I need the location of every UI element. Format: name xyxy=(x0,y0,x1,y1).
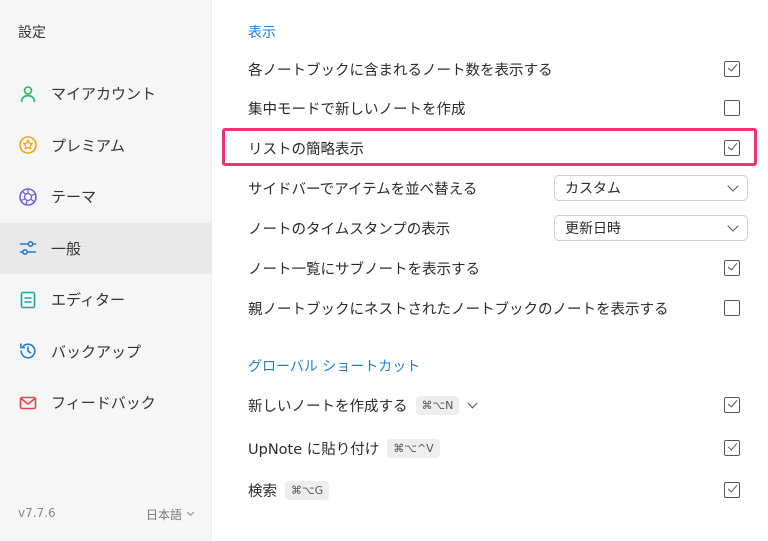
setting-checkbox[interactable] xyxy=(724,140,740,156)
premium-star-icon xyxy=(18,135,38,155)
setting-row-compact-list: リストの簡略表示 xyxy=(248,136,740,160)
shortcut-key[interactable]: ⌘⌥N xyxy=(415,395,460,415)
sidebar-item-feedback[interactable]: フィードバック xyxy=(0,377,211,429)
sidebar-item-backup[interactable]: バックアップ xyxy=(0,326,211,378)
mail-icon xyxy=(18,393,38,413)
sliders-icon xyxy=(18,238,38,258)
language-label: 日本語 xyxy=(146,508,183,522)
shortcut-checkbox[interactable] xyxy=(724,482,740,498)
setting-label: 親ノートブックにネストされたノートブックのノートを表示する xyxy=(248,301,669,318)
setting-checkbox[interactable] xyxy=(724,300,740,316)
shortcut-key[interactable]: ⌘⌥G xyxy=(285,480,330,500)
setting-row-sidebar-sort: サイドバーでアイテムを並べ替える カスタム xyxy=(248,175,748,201)
chevron-down-icon xyxy=(727,180,739,192)
setting-checkbox[interactable] xyxy=(724,260,740,276)
language-selector[interactable]: 日本語 xyxy=(146,506,195,523)
setting-label: ノートのタイムスタンプの表示 xyxy=(248,221,451,238)
sidebar: 設定 マイアカウント プレミアム テーマ 一般 エディター バックアップ フィー… xyxy=(0,0,212,541)
sidebar-item-label: プレミアム xyxy=(51,136,125,155)
shortcut-checkbox[interactable] xyxy=(724,440,740,456)
setting-row-focus-mode: 集中モードで新しいノートを作成 xyxy=(248,96,740,120)
shortcut-row-search: 検索 ⌘⌥G xyxy=(248,478,740,502)
sidebar-item-premium[interactable]: プレミアム xyxy=(0,120,211,172)
shortcut-label: 新しいノートを作成する xyxy=(248,398,408,415)
setting-row-nested-notebooks: 親ノートブックにネストされたノートブックのノートを表示する xyxy=(248,296,740,320)
sidebar-item-label: 一般 xyxy=(51,239,82,258)
sidebar-item-label: フィードバック xyxy=(51,394,156,413)
setting-label: 集中モードで新しいノートを作成 xyxy=(248,101,466,118)
shortcut-row-paste: UpNote に貼り付け ⌘⌥^V xyxy=(248,436,740,460)
sidebar-item-label: テーマ xyxy=(51,188,97,207)
shortcut-checkbox[interactable] xyxy=(724,397,740,413)
sort-order-select[interactable]: カスタム xyxy=(554,175,748,201)
setting-label: 各ノートブックに含まれるノート数を表示する xyxy=(248,62,553,79)
sidebar-item-label: エディター xyxy=(51,291,125,310)
theme-aperture-icon xyxy=(18,187,38,207)
sidebar-item-label: バックアップ xyxy=(51,342,142,361)
sidebar-title: 設定 xyxy=(18,25,46,41)
setting-label: ノート一覧にサブノートを表示する xyxy=(248,261,480,278)
shortcut-row-new-note: 新しいノートを作成する ⌘⌥N xyxy=(248,393,740,417)
setting-checkbox[interactable] xyxy=(724,61,740,77)
sidebar-nav: マイアカウント プレミアム テーマ 一般 エディター バックアップ フィードバッ… xyxy=(0,68,211,429)
timestamp-select[interactable]: 更新日時 xyxy=(554,215,748,241)
setting-checkbox[interactable] xyxy=(724,100,740,116)
section-title-display: 表示 xyxy=(248,25,276,41)
sidebar-item-theme[interactable]: テーマ xyxy=(0,171,211,223)
setting-row-timestamp: ノートのタイムスタンプの表示 更新日時 xyxy=(248,215,748,241)
shortcut-label: UpNote に貼り付け xyxy=(248,441,380,458)
shortcut-label: 検索 xyxy=(248,483,277,500)
select-value: 更新日時 xyxy=(565,221,621,237)
user-icon xyxy=(18,84,38,104)
sidebar-item-my-account[interactable]: マイアカウント xyxy=(0,68,211,120)
version-label: v7.7.6 xyxy=(18,506,56,520)
setting-label: リストの簡略表示 xyxy=(248,141,364,158)
setting-label: サイドバーでアイテムを並べ替える xyxy=(248,181,478,198)
chevron-down-icon xyxy=(186,508,195,517)
setting-row-show-note-count: 各ノートブックに含まれるノート数を表示する xyxy=(248,57,740,81)
sidebar-item-editor[interactable]: エディター xyxy=(0,274,211,326)
section-title-shortcuts: グローバル ショートカット xyxy=(248,359,421,375)
chevron-down-icon[interactable] xyxy=(467,398,478,408)
select-value: カスタム xyxy=(565,181,621,197)
settings-panel: 表示 各ノートブックに含まれるノート数を表示する 集中モードで新しいノートを作成… xyxy=(212,0,768,541)
shortcut-key[interactable]: ⌘⌥^V xyxy=(387,438,440,458)
document-icon xyxy=(18,290,38,310)
sidebar-item-label: マイアカウント xyxy=(51,85,157,104)
sidebar-item-general[interactable]: 一般 xyxy=(0,222,211,274)
setting-row-show-subnotes: ノート一覧にサブノートを表示する xyxy=(248,256,740,280)
chevron-down-icon xyxy=(727,220,739,232)
history-icon xyxy=(18,341,38,361)
